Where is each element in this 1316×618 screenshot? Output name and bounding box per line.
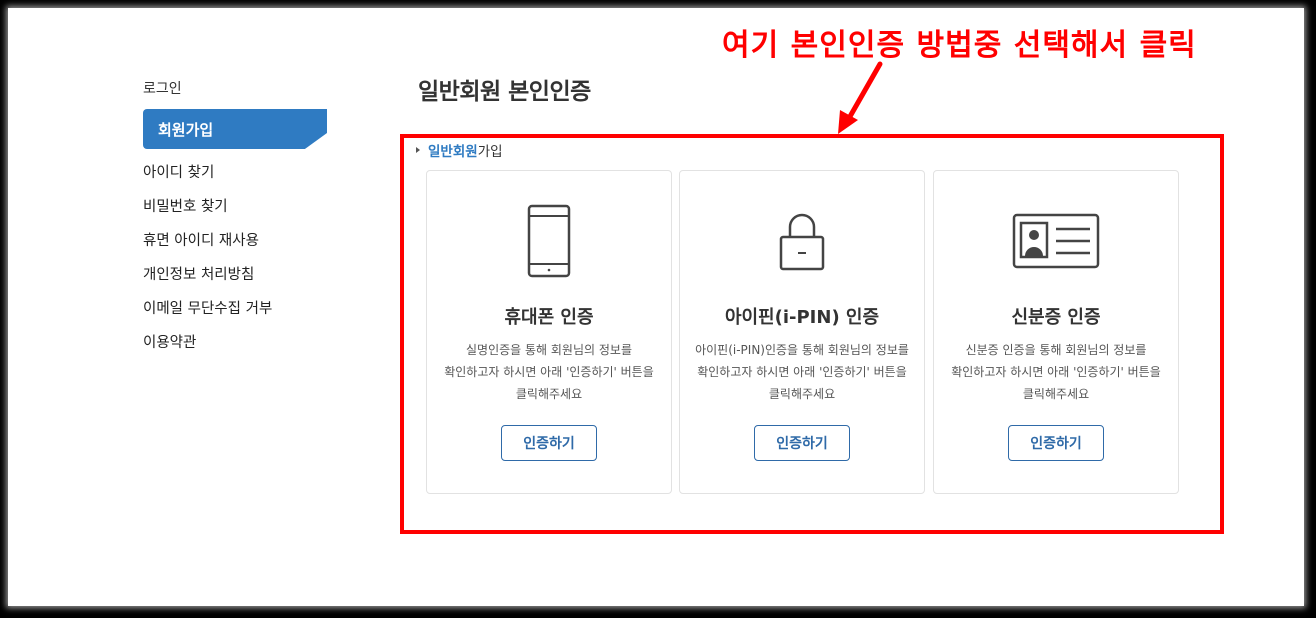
subtitle-rest: 가입 — [477, 144, 503, 160]
verify-ipin-button[interactable]: 인증하기 — [754, 425, 850, 461]
card-desc-line: 클릭해주세요 — [515, 387, 583, 401]
id-card-icon — [934, 203, 1178, 279]
card-desc-line: 확인하고자 하시면 아래 '인증하기' 버튼을 — [951, 365, 1161, 379]
card-desc-line: 클릭해주세요 — [768, 387, 836, 401]
card-title: 휴대폰 인증 — [504, 307, 594, 328]
sidebar-list: 아이디 찾기 비밀번호 찾기 휴면 아이디 재사용 개인정보 처리방침 이메일 … — [143, 164, 272, 368]
card-title: 아이핀(i-PIN) 인증 — [724, 307, 880, 328]
card-desc-line: 클릭해주세요 — [1022, 387, 1090, 401]
verification-card-phone: 휴대폰 인증 실명인증을 통해 회원님의 정보를 확인하고자 하시면 아래 '인… — [426, 170, 672, 494]
annotation-arrow-icon — [838, 61, 883, 134]
annotation-text: 여기 본인인증 방법중 선택해서 클릭 — [722, 28, 1197, 63]
card-description: 아이핀(i-PIN)인증을 통해 회원님의 정보를 확인하고자 하시면 아래 '… — [688, 339, 916, 405]
sidebar-item-email-refusal[interactable]: 이메일 무단수집 거부 — [143, 300, 272, 334]
sidebar-item-dormant-id[interactable]: 휴면 아이디 재사용 — [143, 232, 272, 266]
card-description: 신분증 인증을 통해 회원님의 정보를 확인하고자 하시면 아래 '인증하기' … — [942, 339, 1170, 405]
sidebar-item-find-id[interactable]: 아이디 찾기 — [143, 164, 272, 198]
triangle-bullet-icon — [416, 147, 420, 153]
phone-icon — [427, 203, 671, 279]
card-desc-line: 신분증 인증을 통해 회원님의 정보를 — [965, 343, 1147, 357]
page-title: 일반회원 본인인증 — [418, 79, 591, 105]
sidebar-item-terms[interactable]: 이용약관 — [143, 334, 272, 368]
verification-card-id: 신분증 인증 신분증 인증을 통해 회원님의 정보를 확인하고자 하시면 아래 … — [933, 170, 1179, 494]
verification-card-ipin: 아이핀(i-PIN) 인증 아이핀(i-PIN)인증을 통해 회원님의 정보를 … — [679, 170, 925, 494]
card-desc-line: 실명인증을 통해 회원님의 정보를 — [465, 343, 632, 357]
card-desc-line: 확인하고자 하시면 아래 '인증하기' 버튼을 — [697, 365, 907, 379]
card-desc-line: 확인하고자 하시면 아래 '인증하기' 버튼을 — [444, 365, 654, 379]
verify-phone-button[interactable]: 인증하기 — [501, 425, 597, 461]
card-description: 실명인증을 통해 회원님의 정보를 확인하고자 하시면 아래 '인증하기' 버튼… — [435, 339, 663, 405]
card-desc-line: 아이핀(i-PIN)인증을 통해 회원님의 정보를 — [695, 343, 909, 357]
sidebar-item-signup[interactable]: 회원가입 — [143, 109, 327, 149]
lock-icon — [680, 203, 924, 279]
verify-id-button[interactable]: 인증하기 — [1008, 425, 1104, 461]
sidebar-title[interactable]: 로그인 — [143, 78, 182, 98]
card-title: 신분증 인증 — [1011, 307, 1101, 328]
subtitle-highlight: 일반회원 — [428, 144, 478, 160]
section-subtitle: 일반회원가입 — [416, 140, 503, 160]
sidebar-item-privacy-policy[interactable]: 개인정보 처리방침 — [143, 266, 272, 300]
sidebar-item-find-password[interactable]: 비밀번호 찾기 — [143, 198, 272, 232]
